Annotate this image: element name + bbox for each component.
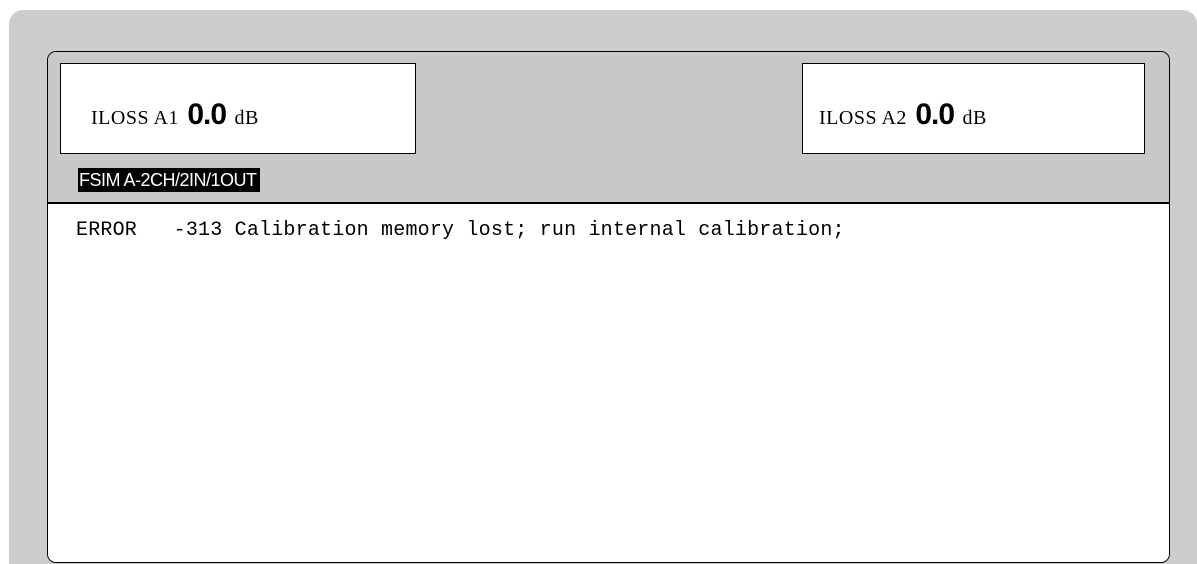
insertion-loss-a2-field[interactable]: ILOSS A2 0.0 dB — [802, 63, 1145, 154]
insertion-loss-a1-unit: dB — [234, 107, 259, 129]
insertion-loss-a2-unit: dB — [962, 107, 987, 129]
status-header: ILOSS A1 0.0 dB ILOSS A2 0.0 dB FSIM A-2… — [48, 52, 1169, 198]
insertion-loss-a1-value: 0.0 — [187, 98, 227, 131]
insertion-loss-a2-readout: ILOSS A2 0.0 dB — [819, 98, 987, 132]
message-area: ERROR -313 Calibration memory lost; run … — [48, 202, 1169, 562]
insertion-loss-a1-readout: ILOSS A1 0.0 dB — [91, 98, 259, 132]
insertion-loss-a2-label: ILOSS A2 — [819, 107, 907, 129]
error-message: ERROR -313 Calibration memory lost; run … — [76, 219, 845, 242]
insertion-loss-a1-field[interactable]: ILOSS A1 0.0 dB — [60, 63, 416, 154]
insertion-loss-a1-label: ILOSS A1 — [91, 107, 179, 129]
mode-label: FSIM A-2CH/2IN/1OUT — [78, 168, 260, 192]
display-screen: ILOSS A1 0.0 dB ILOSS A2 0.0 dB FSIM A-2… — [47, 51, 1170, 563]
insertion-loss-a2-value: 0.0 — [915, 98, 955, 131]
